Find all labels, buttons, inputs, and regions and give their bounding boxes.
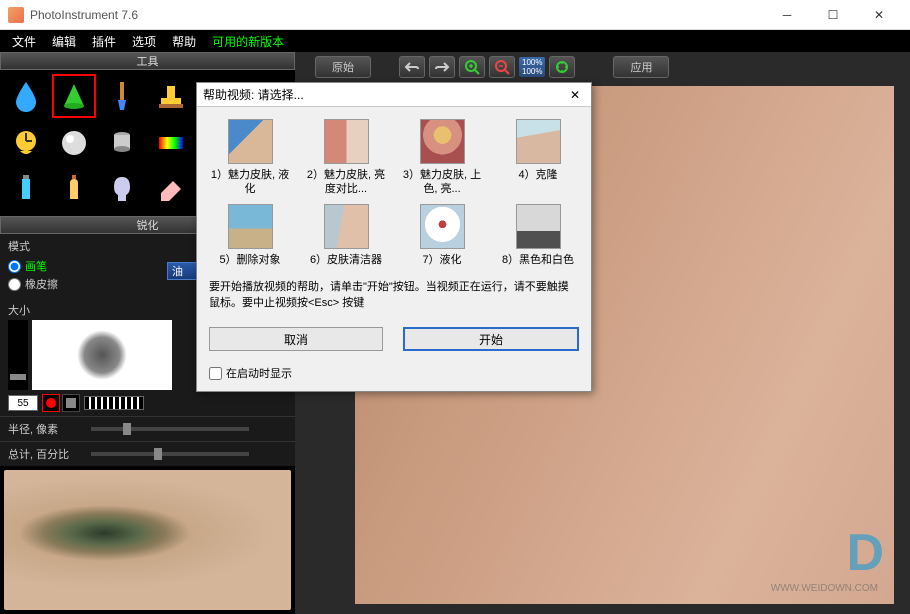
undo-button[interactable] bbox=[399, 56, 425, 78]
zoom-value-2: 100% bbox=[522, 67, 542, 76]
dialog-titlebar: 帮助视频: 请选择... ✕ bbox=[197, 83, 591, 107]
video-label-8: 8）黑色和白色 bbox=[497, 253, 579, 267]
total-slider-row: 总计, 百分比 bbox=[0, 441, 295, 466]
video-label-2: 2）魅力皮肤, 亮度对比... bbox=[305, 168, 387, 196]
tool-cone[interactable] bbox=[52, 74, 96, 118]
tool-sphere[interactable] bbox=[52, 121, 96, 165]
tool-brush[interactable] bbox=[100, 74, 144, 118]
tool-eraser[interactable] bbox=[149, 167, 193, 211]
zoom-in-button[interactable] bbox=[459, 56, 485, 78]
zoom-indicator[interactable]: 100% 100% bbox=[519, 57, 545, 77]
video-thumb-7 bbox=[420, 204, 465, 249]
cancel-button[interactable]: 取消 bbox=[209, 327, 383, 351]
video-item-2[interactable]: 2）魅力皮肤, 亮度对比... bbox=[305, 119, 387, 196]
video-item-8[interactable]: 8）黑色和白色 bbox=[497, 204, 579, 267]
dialog-close-button[interactable]: ✕ bbox=[565, 86, 585, 104]
menu-new-version[interactable]: 可用的新版本 bbox=[204, 31, 292, 52]
video-thumb-8 bbox=[516, 204, 561, 249]
size-input[interactable] bbox=[8, 395, 38, 411]
tool-bulb[interactable] bbox=[100, 167, 144, 211]
help-video-dialog: 帮助视频: 请选择... ✕ 1）魅力皮肤, 液化 2）魅力皮肤, 亮度对比..… bbox=[196, 82, 592, 392]
pattern-selector[interactable] bbox=[84, 396, 144, 410]
tools-panel-title: 工具 bbox=[0, 52, 295, 70]
video-item-4[interactable]: 4）克隆 bbox=[497, 119, 579, 196]
dialog-message: 要开始播放视频的帮助，请单击"开始"按钮。当视频正在运行，请不要触摸鼠标。要中止… bbox=[197, 271, 591, 319]
watermark-logo: D bbox=[771, 523, 878, 583]
video-grid: 1）魅力皮肤, 液化 2）魅力皮肤, 亮度对比... 3）魅力皮肤, 上色, 亮… bbox=[197, 107, 591, 271]
video-item-5[interactable]: 5）删除对象 bbox=[209, 204, 291, 267]
video-item-1[interactable]: 1）魅力皮肤, 液化 bbox=[209, 119, 291, 196]
video-thumb-2 bbox=[324, 119, 369, 164]
tool-clock[interactable] bbox=[4, 121, 48, 165]
apply-button[interactable]: 应用 bbox=[613, 56, 669, 78]
video-item-3[interactable]: 3）魅力皮肤, 上色, 亮... bbox=[401, 119, 483, 196]
video-thumb-5 bbox=[228, 204, 273, 249]
brush-radio-label: 画笔 bbox=[25, 258, 47, 274]
app-icon bbox=[8, 7, 24, 23]
eraser-radio-input[interactable] bbox=[8, 278, 21, 291]
video-label-7: 7）液化 bbox=[401, 253, 483, 267]
menu-options[interactable]: 选项 bbox=[124, 31, 164, 52]
menu-file[interactable]: 文件 bbox=[4, 31, 44, 52]
video-item-7[interactable]: 7）液化 bbox=[401, 204, 483, 267]
tool-tube[interactable] bbox=[4, 167, 48, 211]
video-thumb-6 bbox=[324, 204, 369, 249]
watermark: D WWW.WEIDOWN.COM bbox=[771, 523, 878, 594]
show-startup-checkbox[interactable] bbox=[209, 367, 222, 380]
menu-help[interactable]: 帮助 bbox=[164, 31, 204, 52]
preview-image bbox=[4, 470, 291, 610]
menu-edit[interactable]: 编辑 bbox=[44, 31, 84, 52]
shape-circle-button[interactable] bbox=[42, 394, 60, 412]
video-label-3: 3）魅力皮肤, 上色, 亮... bbox=[401, 168, 483, 196]
canvas-toolbar: 原始 100% 100% 应用 bbox=[295, 52, 910, 82]
eraser-radio-label: 橡皮擦 bbox=[25, 276, 58, 292]
radius-label: 半径, 像素 bbox=[8, 421, 83, 437]
tool-droplet[interactable] bbox=[4, 74, 48, 118]
titlebar: PhotoInstrument 7.6 ─ ☐ ✕ bbox=[0, 0, 910, 30]
window-controls: ─ ☐ ✕ bbox=[764, 0, 902, 30]
show-startup-label: 在启动时显示 bbox=[226, 365, 292, 381]
total-label: 总计, 百分比 bbox=[8, 446, 83, 462]
size-vertical-slider[interactable] bbox=[8, 320, 28, 390]
maximize-button[interactable]: ☐ bbox=[810, 0, 856, 30]
video-thumb-3 bbox=[420, 119, 465, 164]
video-label-5: 5）删除对象 bbox=[209, 253, 291, 267]
size-slider-handle[interactable] bbox=[10, 374, 26, 380]
radius-slider[interactable] bbox=[91, 427, 249, 431]
close-button[interactable]: ✕ bbox=[856, 0, 902, 30]
dialog-buttons: 取消 开始 bbox=[197, 319, 591, 359]
tool-bottle[interactable] bbox=[52, 167, 96, 211]
radius-slider-row: 半径, 像素 bbox=[0, 416, 295, 441]
total-slider[interactable] bbox=[91, 452, 249, 456]
video-thumb-4 bbox=[516, 119, 561, 164]
menubar: 文件 编辑 插件 选项 帮助 可用的新版本 bbox=[0, 30, 910, 52]
video-thumb-1 bbox=[228, 119, 273, 164]
shape-square-button[interactable] bbox=[62, 394, 80, 412]
window-title: PhotoInstrument 7.6 bbox=[30, 8, 764, 22]
menu-plugin[interactable]: 插件 bbox=[84, 31, 124, 52]
video-item-6[interactable]: 6）皮肤清洁器 bbox=[305, 204, 387, 267]
video-label-4: 4）克隆 bbox=[497, 168, 579, 182]
tool-cylinder[interactable] bbox=[100, 121, 144, 165]
preview-area bbox=[0, 466, 295, 614]
minimize-button[interactable]: ─ bbox=[764, 0, 810, 30]
fit-button[interactable] bbox=[549, 56, 575, 78]
tool-gradient[interactable] bbox=[149, 121, 193, 165]
redo-button[interactable] bbox=[429, 56, 455, 78]
brush-blob bbox=[77, 330, 127, 380]
zoom-out-button[interactable] bbox=[489, 56, 515, 78]
brush-preview bbox=[32, 320, 172, 390]
watermark-url: WWW.WEIDOWN.COM bbox=[771, 583, 878, 594]
show-startup-check[interactable]: 在启动时显示 bbox=[197, 359, 591, 391]
tool-stamp[interactable] bbox=[149, 74, 193, 118]
video-label-6: 6）皮肤清洁器 bbox=[305, 253, 387, 267]
start-button[interactable]: 开始 bbox=[403, 327, 579, 351]
video-label-1: 1）魅力皮肤, 液化 bbox=[209, 168, 291, 196]
brush-radio-input[interactable] bbox=[8, 260, 21, 273]
dialog-title: 帮助视频: 请选择... bbox=[203, 86, 565, 103]
zoom-value-1: 100% bbox=[522, 58, 542, 67]
original-button[interactable]: 原始 bbox=[315, 56, 371, 78]
